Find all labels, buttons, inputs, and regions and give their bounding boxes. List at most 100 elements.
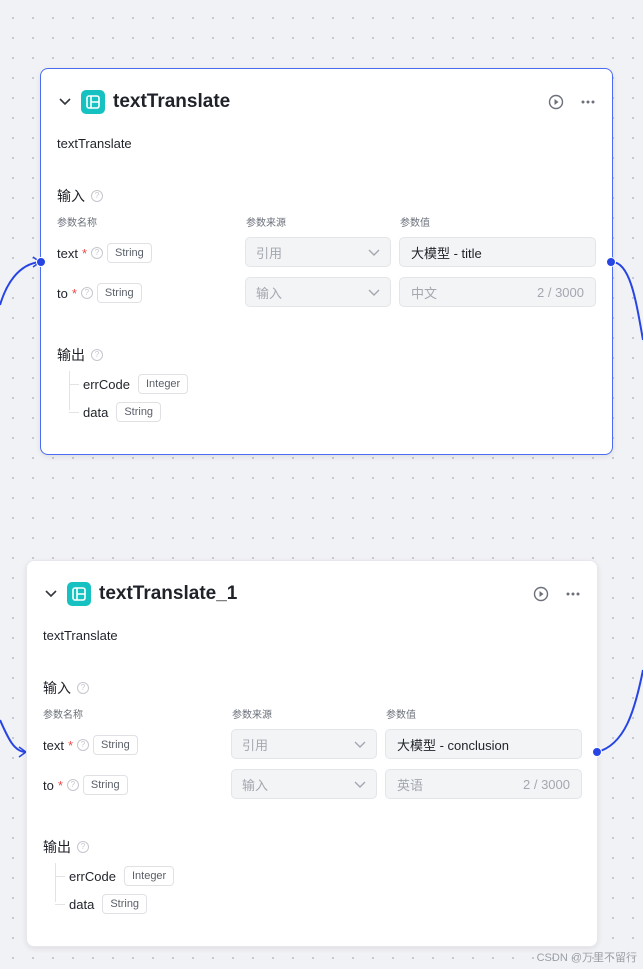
output-item-data: data String: [68, 401, 162, 423]
node-description: textTranslate: [57, 136, 132, 151]
value-input-field[interactable]: 英语 2 / 3000: [385, 769, 582, 799]
tree-line: [69, 371, 70, 410]
run-icon[interactable]: [531, 584, 551, 604]
type-tag: Integer: [123, 866, 175, 886]
node-description: textTranslate: [43, 628, 118, 643]
source-select[interactable]: 引用: [245, 237, 391, 267]
chevron-down-icon: [354, 741, 366, 748]
source-select[interactable]: 引用: [231, 729, 377, 759]
input-label: 输入: [57, 188, 85, 204]
param-name: text: [43, 737, 64, 753]
node-title: textTranslate_1: [99, 583, 238, 604]
help-icon[interactable]: ?: [91, 247, 104, 259]
value-reference-field[interactable]: 大模型 - conclusion: [385, 729, 582, 759]
chevron-down-icon: [368, 289, 380, 296]
chevron-down-icon[interactable]: [55, 89, 75, 115]
input-label: 输入: [43, 680, 71, 696]
output-label: 输出: [57, 347, 85, 363]
column-header-name: 参数名称: [43, 710, 83, 721]
type-tag: String: [102, 894, 148, 914]
input-handle[interactable]: [36, 257, 46, 267]
output-section-title: 输出 ?: [57, 345, 103, 365]
type-tag: String: [96, 283, 142, 303]
node-card-textTranslate_1[interactable]: textTranslate_1 textTranslate 输入 ? 参数名称 …: [26, 560, 598, 947]
output-section-title: 输出 ?: [43, 837, 89, 857]
output-item-data: data String: [54, 893, 148, 915]
value-reference-field[interactable]: 大模型 - title: [399, 237, 596, 267]
source-select[interactable]: 输入: [245, 277, 391, 307]
value-input-field[interactable]: 中文 2 / 3000: [399, 277, 596, 307]
help-icon[interactable]: ?: [77, 682, 89, 694]
wire-into-node-2: [0, 719, 27, 753]
help-icon[interactable]: ?: [77, 739, 90, 751]
required-mark: *: [57, 777, 63, 793]
output-item-errCode: errCode Integer: [54, 865, 175, 887]
output-name: data: [69, 896, 95, 912]
param-name: to: [43, 777, 54, 793]
output-name: errCode: [69, 868, 116, 884]
help-icon[interactable]: ?: [91, 190, 103, 202]
param-name: text: [57, 245, 78, 261]
wire-into-node-1: [0, 261, 41, 306]
column-header-value: 参数值: [386, 710, 416, 721]
source-select-value: 输入: [242, 777, 269, 793]
output-handle[interactable]: [606, 257, 616, 267]
source-select-value: 引用: [242, 737, 269, 753]
param-row-to: to * ? String 输入 中文 2 / 3000: [57, 277, 598, 309]
tree-line: [55, 863, 56, 902]
value-text: 英语: [397, 777, 424, 793]
column-header-value: 参数值: [400, 218, 430, 229]
output-name: data: [83, 404, 109, 420]
chevron-down-icon: [354, 781, 366, 788]
source-select[interactable]: 输入: [231, 769, 377, 799]
wire-out-node-2: [596, 669, 643, 753]
input-section-title: 输入 ?: [43, 678, 89, 698]
more-icon[interactable]: [578, 92, 598, 112]
output-handle[interactable]: [592, 747, 602, 757]
param-name: to: [57, 285, 68, 301]
wire-arrow-node-2: [18, 746, 28, 758]
chevron-down-icon: [368, 249, 380, 256]
help-icon[interactable]: ?: [80, 287, 93, 299]
output-name: errCode: [83, 376, 130, 392]
output-item-errCode: errCode Integer: [68, 373, 189, 395]
node-header: textTranslate: [55, 89, 598, 115]
value-text: 大模型 - title: [411, 245, 482, 261]
node-logo-icon: [67, 582, 91, 606]
param-row-text: text * ? String 引用 大模型 - conclusion: [43, 729, 583, 761]
source-select-value: 引用: [256, 245, 283, 261]
column-header-name: 参数名称: [57, 218, 97, 229]
required-mark: *: [81, 245, 88, 261]
char-count: 2 / 3000: [523, 776, 570, 792]
char-count: 2 / 3000: [537, 284, 584, 300]
value-text: 大模型 - conclusion: [397, 737, 509, 753]
source-select-value: 输入: [256, 285, 283, 301]
wire-out-node-1: [611, 261, 643, 341]
output-tree: errCode Integer data String: [53, 863, 183, 915]
value-text: 中文: [411, 285, 438, 301]
input-section-title: 输入 ?: [57, 186, 103, 206]
type-tag: String: [116, 402, 162, 422]
output-label: 输出: [43, 839, 71, 855]
type-tag: String: [82, 775, 128, 795]
help-icon[interactable]: ?: [91, 349, 103, 361]
chevron-down-icon[interactable]: [41, 581, 61, 607]
node-card-textTranslate[interactable]: textTranslate textTranslate 输入 ? 参数名称 参数…: [40, 68, 613, 455]
type-tag: String: [93, 735, 138, 755]
required-mark: *: [71, 285, 77, 301]
required-mark: *: [67, 737, 74, 753]
node-title: textTranslate: [113, 91, 231, 112]
output-tree: errCode Integer data String: [67, 371, 197, 423]
node-header: textTranslate_1: [41, 581, 583, 607]
run-icon[interactable]: [546, 92, 566, 112]
help-icon[interactable]: ?: [66, 779, 79, 791]
type-tag: String: [107, 243, 152, 263]
watermark: CSDN @万里不留行: [536, 952, 637, 964]
column-header-source: 参数来源: [232, 710, 272, 721]
help-icon[interactable]: ?: [77, 841, 89, 853]
param-row-to: to * ? String 输入 英语 2 / 3000: [43, 769, 583, 801]
type-tag: Integer: [137, 374, 189, 394]
node-logo-icon: [81, 90, 105, 114]
more-icon[interactable]: [563, 584, 583, 604]
param-row-text: text * ? String 引用 大模型 - title: [57, 237, 598, 269]
